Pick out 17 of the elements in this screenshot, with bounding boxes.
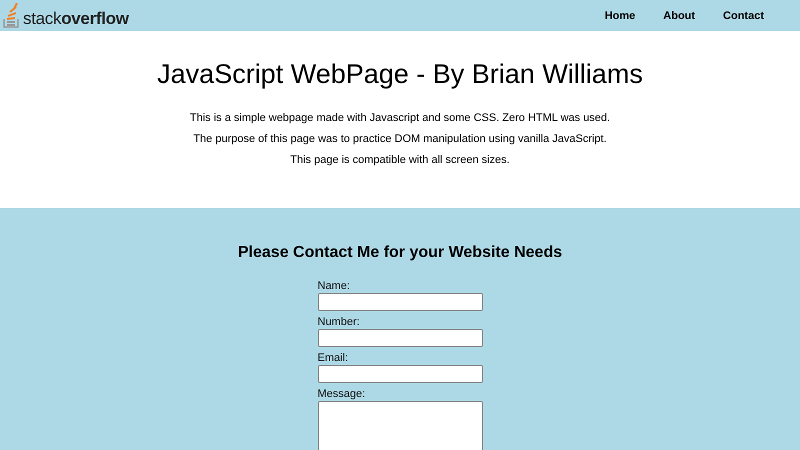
input-field[interactable]	[318, 293, 482, 311]
page-title: JavaScript WebPage - By Brian Williams	[157, 59, 643, 90]
nav-link[interactable]: Home	[590, 10, 650, 22]
intro-paragraph: The purpose of this page was to practice DOM manipulation using vanilla JavaScript.	[193, 133, 607, 145]
field-label: Number:	[318, 316, 361, 328]
intro-paragraph: This page is compatible with all screen sizes.	[290, 154, 510, 166]
logo-text: stackoverflow	[23, 8, 129, 28]
contact-heading: Please Contact Me for your Website Needs	[238, 244, 562, 262]
field-label: Message:	[318, 388, 366, 400]
field-label: Name:	[318, 280, 351, 292]
logo-icon	[2, 2, 22, 28]
input-field[interactable]	[318, 365, 482, 383]
input-field[interactable]	[318, 329, 482, 347]
intro-paragraph: This is a simple webpage made with Javascript and some CSS. Zero HTML was used.	[190, 112, 610, 124]
field-label: Email:	[318, 352, 350, 364]
nav-link[interactable]: Contact	[709, 10, 778, 22]
nav-link[interactable]: About	[649, 10, 710, 22]
